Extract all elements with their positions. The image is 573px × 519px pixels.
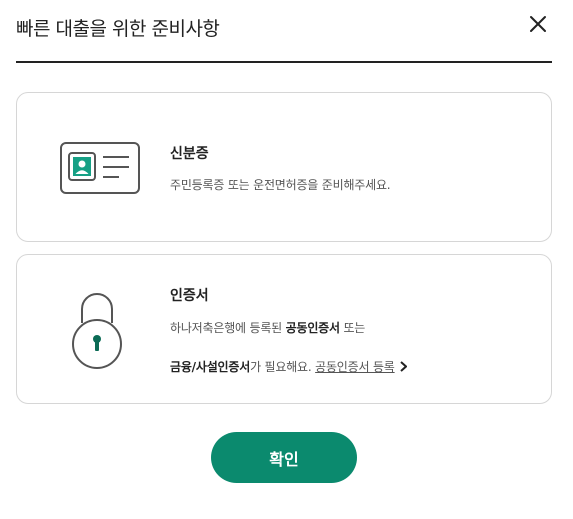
dialog: 빠른 대출을 위한 준비사항 신분증 주민등록증 또는 운전면허증을 준비해주세… — [0, 0, 573, 519]
financial-private-certificate-text: 금융/사설인증서 — [170, 360, 251, 374]
confirm-button[interactable]: 확인 — [211, 432, 357, 483]
id-card-description: 주민등록증 또는 운전면허증을 준비해주세요. — [170, 178, 391, 192]
joint-certificate-text: 공동인증서 — [285, 321, 340, 335]
lock-icon — [72, 293, 122, 369]
certificate-line1-prefix: 하나저축은행에 등록된 — [170, 321, 286, 335]
certificate-requirement: 인증서 하나저축은행에 등록된 공동인증서 또는 금융/사설인증서 가 필요해요.… — [16, 254, 552, 404]
register-certificate-link-label: 공동인증서 등록 — [315, 360, 395, 374]
close-button[interactable] — [526, 12, 550, 36]
certificate-description-line2: 금융/사설인증서 가 필요해요. 공동인증서 등록 — [170, 358, 407, 375]
close-icon — [530, 16, 546, 32]
certificate-title: 인증서 — [170, 288, 209, 304]
id-card-icon — [60, 142, 140, 194]
register-certificate-link[interactable]: 공동인증서 등록 — [315, 358, 395, 375]
dialog-header: 빠른 대출을 위한 준비사항 — [16, 0, 552, 63]
certificate-description-line1: 하나저축은행에 등록된 공동인증서 또는 — [170, 319, 365, 336]
chevron-right-icon[interactable] — [399, 361, 407, 372]
certificate-line1-suffix: 또는 — [339, 321, 366, 335]
id-card-title: 신분증 — [170, 146, 209, 162]
id-card-requirement: 신분증 주민등록증 또는 운전면허증을 준비해주세요. — [16, 92, 552, 242]
certificate-line2-text: 가 필요해요. — [250, 360, 316, 374]
dialog-title: 빠른 대출을 위한 준비사항 — [16, 18, 220, 40]
